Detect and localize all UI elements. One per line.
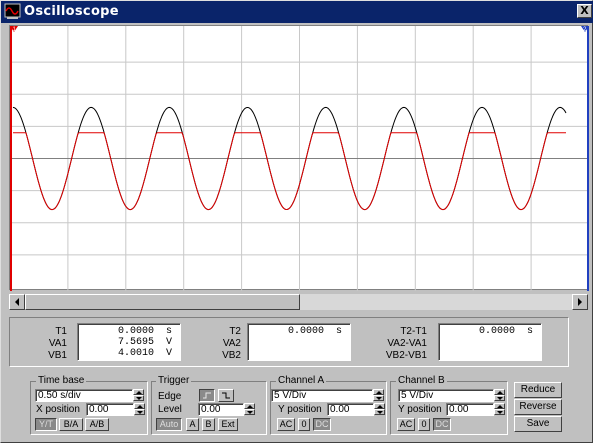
channel-b-zero-button[interactable]: 0 <box>418 418 430 431</box>
scroll-right-icon <box>578 298 582 306</box>
trigger-a-button[interactable]: A <box>186 418 199 431</box>
time-scrollbar[interactable] <box>9 294 588 310</box>
channel-a-ac-button[interactable]: AC <box>277 418 295 431</box>
t1-value: 0.0000 s <box>117 326 172 337</box>
channel-a-scale-field[interactable]: 5 V/Div <box>271 389 373 402</box>
channel-b-title: Channel B <box>396 375 447 386</box>
spin-down-icon[interactable] <box>244 409 255 415</box>
channel-a-dc-button[interactable]: DC <box>313 418 331 431</box>
edge-rising-button[interactable] <box>199 389 215 402</box>
rising-edge-icon <box>203 392 211 399</box>
scroll-thumb[interactable] <box>25 294 300 310</box>
va1-label: VA1 <box>48 338 67 349</box>
edge-label: Edge <box>158 391 182 402</box>
channel-b-scale-field[interactable]: 5 V/Div <box>398 389 494 402</box>
reverse-button[interactable]: Reverse <box>514 399 562 415</box>
channel-a-scale-spinner[interactable] <box>373 389 384 402</box>
trigger-title: Trigger <box>156 375 192 386</box>
channel-b-ac-button[interactable]: AC <box>397 418 415 431</box>
timebase-scale-field[interactable]: 0.50 s/div <box>35 389 133 402</box>
spin-down-icon[interactable] <box>494 395 505 401</box>
level-field[interactable]: 0.00 <box>198 403 244 416</box>
cursor1-readout: 0.0000 s 7.5695 V 4.0010 V <box>77 323 181 361</box>
window-title: Oscilloscope <box>24 4 119 19</box>
trigger-b-button[interactable]: B <box>202 418 215 431</box>
vb2-label: VB2 <box>222 350 241 361</box>
spin-down-icon[interactable] <box>134 409 145 415</box>
cursor2-readout: 0.0000 s <box>247 323 351 361</box>
delta-readout: 0.0000 s <box>438 323 542 361</box>
dt-value: 0.0000 s <box>478 326 533 337</box>
close-icon: X <box>580 4 589 17</box>
channel-a-zero-button[interactable]: 0 <box>298 418 310 431</box>
level-label: Level <box>158 404 182 415</box>
level-spinner[interactable] <box>244 403 255 416</box>
xpos-label: X position <box>36 404 80 415</box>
oscilloscope-app-icon <box>4 3 21 19</box>
channel-b-dc-button[interactable]: DC <box>433 418 451 431</box>
vb1-value: 4.0010 V <box>117 348 172 359</box>
trigger-ext-button[interactable]: Ext <box>218 418 238 431</box>
channel-a-ypos-spinner[interactable] <box>374 403 385 416</box>
va1-value: 7.5695 V <box>117 337 172 348</box>
save-button[interactable]: Save <box>514 416 562 432</box>
channel-b-scale-spinner[interactable] <box>494 389 505 402</box>
t1-label: T1 <box>55 326 67 337</box>
spin-down-icon[interactable] <box>373 395 384 401</box>
dt-label: T2-T1 <box>400 326 427 337</box>
oscilloscope-window: Oscilloscope X 12 T1 VA1 VB1 0.0000 s 7.… <box>0 0 593 443</box>
spin-down-icon[interactable] <box>494 409 505 415</box>
spin-down-icon[interactable] <box>133 395 144 401</box>
mode-yt-button[interactable]: Y/T <box>35 418 57 431</box>
scroll-left-button[interactable] <box>9 294 25 310</box>
scroll-left-icon <box>15 298 19 306</box>
vb1-label: VB1 <box>48 350 67 361</box>
xpos-spinner[interactable] <box>134 403 145 416</box>
channel-b-ypos-label: Y position <box>398 404 442 415</box>
spin-down-icon[interactable] <box>374 409 385 415</box>
reduce-button[interactable]: Reduce <box>514 382 562 398</box>
falling-edge-icon <box>222 392 230 399</box>
dva-label: VA2-VA1 <box>387 338 427 349</box>
t2-label: T2 <box>229 326 241 337</box>
mode-ab-button[interactable]: A/B <box>85 418 109 431</box>
dvb-label: VB2-VB1 <box>385 350 427 361</box>
channel-a-title: Channel A <box>276 375 327 386</box>
channel-a-ypos-field[interactable]: 0.00 <box>327 403 374 416</box>
mode-ba-button[interactable]: B/A <box>59 418 83 431</box>
trigger-auto-button[interactable]: Auto <box>156 418 182 431</box>
timebase-title: Time base <box>36 375 87 386</box>
scroll-right-button[interactable] <box>572 294 588 310</box>
t2-value: 0.0000 s <box>287 326 342 337</box>
scope-display[interactable]: 12 <box>9 25 589 291</box>
scope-plot: 12 <box>10 26 589 291</box>
channel-a-ypos-label: Y position <box>278 404 322 415</box>
timebase-scale-spinner[interactable] <box>133 389 144 402</box>
edge-falling-button[interactable] <box>218 389 234 402</box>
close-button[interactable]: X <box>577 4 592 18</box>
channel-b-ypos-field[interactable]: 0.00 <box>446 403 494 416</box>
trace-b <box>13 132 566 211</box>
va2-label: VA2 <box>222 338 241 349</box>
title-bar[interactable]: Oscilloscope X <box>1 1 593 23</box>
channel-b-ypos-spinner[interactable] <box>494 403 505 416</box>
xpos-field[interactable]: 0.00 <box>86 403 134 416</box>
